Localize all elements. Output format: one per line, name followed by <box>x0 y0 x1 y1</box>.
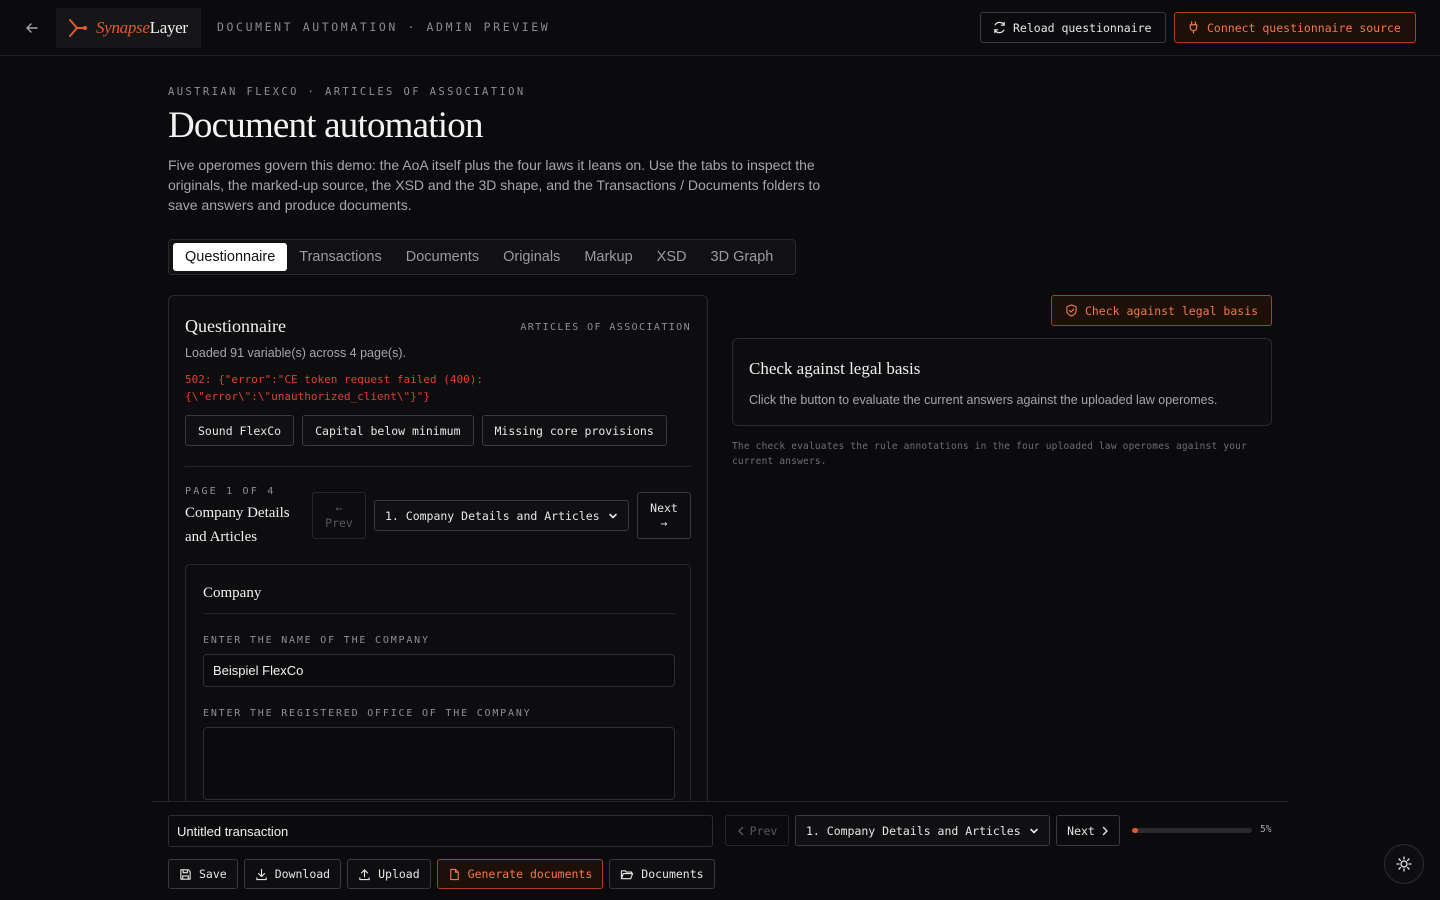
connect-questionnaire-source-label: Connect questionnaire source <box>1207 20 1401 35</box>
reload-questionnaire-label: Reload questionnaire <box>1013 20 1152 35</box>
legal-check-description: Click the button to evaluate the current… <box>749 393 1218 407</box>
refresh-icon <box>994 21 1005 34</box>
bottom-page-select-value: 1. Company Details and Articles <box>806 823 1021 838</box>
legal-check-note: The check evaluates the rule annotations… <box>732 441 1247 467</box>
chevron-left-icon <box>737 826 743 835</box>
tab-originals[interactable]: Originals <box>491 243 572 271</box>
documents-label: Documents <box>641 867 704 881</box>
questionnaire-title: Questionnaire <box>185 316 286 336</box>
download-button[interactable]: Download <box>243 859 342 889</box>
back-button[interactable] <box>18 16 46 40</box>
check-legal-basis-button[interactable]: Check against legal basis <box>1051 295 1272 326</box>
preset-capital-below-minimum-button[interactable]: Capital below minimum <box>302 415 474 446</box>
preset-missing-core-provisions-button[interactable]: Missing core provisions <box>481 415 667 446</box>
error-message: 502: {"error":"CE token request failed (… <box>185 373 484 403</box>
tab-xsd[interactable]: XSD <box>645 243 699 271</box>
progress-bar <box>1132 828 1252 833</box>
theme-toggle-button[interactable] <box>1384 844 1424 884</box>
transaction-name-input[interactable]: Untitled transaction <box>168 815 713 847</box>
next-page-label: Next <box>650 500 678 515</box>
bottom-prev-label: Prev <box>749 823 778 838</box>
questionnaire-tag: ARTICLES OF ASSOCIATION <box>520 322 691 333</box>
tab-transactions[interactable]: Transactions <box>287 243 393 271</box>
upload-icon <box>359 868 370 880</box>
chevron-right-icon <box>1102 826 1108 835</box>
registered-office-label: ENTER THE REGISTERED OFFICE OF THE COMPA… <box>203 708 532 719</box>
connect-questionnaire-source-button[interactable]: Connect questionnaire source <box>1174 12 1416 43</box>
documents-button[interactable]: Documents <box>609 859 715 889</box>
plug-icon <box>1189 21 1198 34</box>
questionnaire-card: Questionnaire ARTICLES OF ASSOCIATION Lo… <box>168 295 708 815</box>
arrow-right-icon: → <box>660 515 668 530</box>
save-icon <box>180 868 191 880</box>
generate-documents-label: Generate documents <box>467 867 593 881</box>
download-icon <box>256 868 267 880</box>
brand-name: SynapseLayer <box>96 18 188 38</box>
tab-markup[interactable]: Markup <box>572 243 644 271</box>
arrow-left-icon: ← <box>335 500 343 515</box>
company-name-input[interactable]: Beispiel FlexCo <box>203 654 675 687</box>
chevron-down-icon <box>1030 828 1038 833</box>
check-legal-basis-label: Check against legal basis <box>1084 303 1259 318</box>
brand-logo[interactable]: SynapseLayer <box>56 8 201 48</box>
bottom-actions: Save Download Upload Generate documents <box>168 859 715 889</box>
tab-3d-graph[interactable]: 3D Graph <box>699 243 786 271</box>
save-button[interactable]: Save <box>168 859 238 889</box>
page-select[interactable]: 1. Company Details and Articles <box>374 500 629 531</box>
top-bar: SynapseLayer DOCUMENT AUTOMATION · ADMIN… <box>0 0 1440 56</box>
file-icon <box>449 868 459 880</box>
page-title: Document automation <box>168 105 483 146</box>
company-section: Company ENTER THE NAME OF THE COMPANY Be… <box>185 564 691 814</box>
questionnaire-loaded-status: Loaded 91 variable(s) across 4 page(s). <box>185 346 406 360</box>
bottom-next-button[interactable]: Next <box>1056 815 1120 846</box>
chevron-down-icon <box>609 513 617 518</box>
progress-percent: 5% <box>1260 824 1272 835</box>
main-tabs: Questionnaire Transactions Documents Ori… <box>168 239 796 275</box>
bottom-prev-button[interactable]: Prev <box>725 815 789 846</box>
preset-buttons: Sound FlexCo Capital below minimum Missi… <box>185 415 667 446</box>
prev-page-button[interactable]: ← Prev <box>312 492 366 539</box>
breadcrumb: DOCUMENT AUTOMATION · ADMIN PREVIEW <box>217 20 551 34</box>
page-name: Company Details and Articles <box>185 505 290 545</box>
tab-documents[interactable]: Documents <box>394 243 491 271</box>
page-select-value: 1. Company Details and Articles <box>385 508 600 523</box>
section-title: Company <box>203 585 262 601</box>
preset-sound-flexco-button[interactable]: Sound FlexCo <box>185 415 295 446</box>
shield-check-icon <box>1066 304 1077 317</box>
next-page-button[interactable]: Next → <box>637 492 691 539</box>
divider <box>185 466 691 467</box>
upload-label: Upload <box>378 867 420 881</box>
registered-office-textarea[interactable] <box>203 727 675 800</box>
synapse-logo-icon <box>69 19 87 37</box>
save-label: Save <box>199 867 227 881</box>
page-description: Five operomes govern this demo: the AoA … <box>168 157 821 213</box>
reload-questionnaire-button[interactable]: Reload questionnaire <box>980 12 1166 43</box>
prev-page-label: Prev <box>325 515 353 530</box>
upload-button[interactable]: Upload <box>347 859 431 889</box>
brand-name-accent: Synapse <box>96 18 150 37</box>
company-name-label: ENTER THE NAME OF THE COMPANY <box>203 635 430 646</box>
page-kicker: AUSTRIAN FLEXCO · ARTICLES OF ASSOCIATIO… <box>168 86 526 98</box>
download-label: Download <box>274 867 331 881</box>
legal-check-title: Check against legal basis <box>749 359 921 378</box>
arrow-left-icon <box>26 23 38 33</box>
bottom-bar: Untitled transaction Prev 1. Company Det… <box>152 801 1288 900</box>
divider <box>203 613 675 614</box>
generate-documents-button[interactable]: Generate documents <box>436 859 604 889</box>
brand-name-rest: Layer <box>149 18 188 37</box>
progress-fill <box>1132 828 1138 833</box>
page-indicator: PAGE 1 OF 4 <box>185 486 276 497</box>
bottom-next-label: Next <box>1067 823 1095 838</box>
sun-icon <box>1396 856 1412 872</box>
bottom-page-select[interactable]: 1. Company Details and Articles <box>795 815 1050 846</box>
folder-open-icon <box>621 869 634 879</box>
tab-questionnaire[interactable]: Questionnaire <box>173 243 288 271</box>
legal-check-card: Check against legal basis Click the butt… <box>732 338 1272 426</box>
